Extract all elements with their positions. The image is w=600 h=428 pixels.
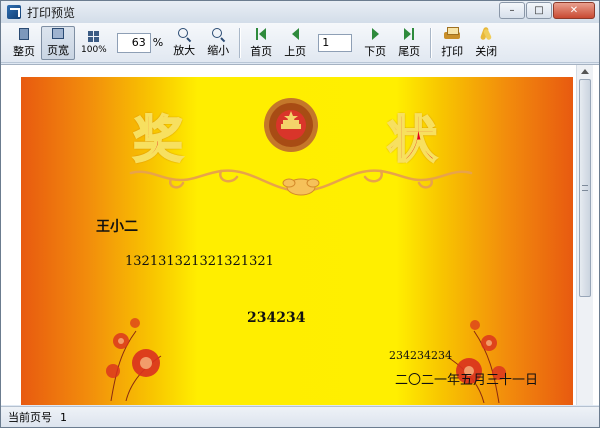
certificate-code: 234234234 bbox=[389, 349, 452, 362]
toolbar-separator bbox=[239, 27, 241, 58]
next-page-label: 下页 bbox=[364, 44, 387, 58]
close-window-button[interactable]: ✕ bbox=[553, 2, 595, 19]
issue-date: 二〇二一年五月三十一日 bbox=[395, 373, 539, 388]
exit-icon bbox=[479, 27, 493, 41]
app-icon bbox=[7, 5, 21, 19]
page-width-label: 页宽 bbox=[47, 44, 69, 57]
title-bar: 打印预览 – □ ✕ bbox=[1, 1, 599, 23]
certificate-page: 奖 状 王小二 132131321321321321 234234 234234… bbox=[21, 77, 573, 405]
last-page-icon bbox=[404, 27, 415, 41]
zoom-control: % bbox=[116, 32, 164, 53]
toolbar: 整页 页宽 100% % 放大 缩小 首页 上页 bbox=[1, 23, 599, 63]
first-page-button[interactable]: 首页 bbox=[244, 26, 278, 60]
close-label: 关闭 bbox=[475, 44, 498, 58]
whole-page-label: 整页 bbox=[13, 44, 35, 58]
actual-size-button[interactable]: 100% bbox=[75, 26, 113, 60]
toolbar-separator bbox=[430, 27, 432, 58]
zoom-in-button[interactable]: 放大 bbox=[167, 26, 201, 60]
scroll-up-icon[interactable] bbox=[581, 69, 589, 74]
first-page-label: 首页 bbox=[250, 44, 273, 58]
ornament-swirl-icon bbox=[129, 169, 473, 196]
print-button[interactable]: 打印 bbox=[435, 26, 469, 60]
status-bar: 当前页号 1 bbox=[1, 406, 599, 427]
last-page-label: 尾页 bbox=[398, 44, 421, 58]
flower-decoration-icon bbox=[106, 318, 162, 401]
zoom-in-label: 放大 bbox=[173, 43, 196, 57]
window-title: 打印预览 bbox=[27, 5, 76, 20]
scrollbar-thumb[interactable] bbox=[579, 79, 591, 297]
zoom-out-icon bbox=[212, 27, 224, 40]
vertical-scrollbar[interactable] bbox=[576, 65, 593, 405]
id-number: 132131321321321321 bbox=[125, 254, 274, 269]
prev-page-label: 上页 bbox=[284, 44, 307, 58]
whole-page-button[interactable]: 整页 bbox=[7, 26, 41, 60]
recipient-name: 王小二 bbox=[96, 219, 138, 235]
maximize-button[interactable]: □ bbox=[526, 2, 552, 19]
zoom-out-button[interactable]: 缩小 bbox=[201, 26, 235, 60]
whole-page-icon bbox=[19, 27, 29, 40]
next-page-button[interactable]: 下页 bbox=[358, 26, 392, 60]
grip-icon bbox=[582, 185, 588, 191]
award-text: 234234 bbox=[247, 310, 306, 326]
window-controls: – □ ✕ bbox=[498, 2, 595, 19]
preview-area[interactable]: 奖 状 王小二 132131321321321321 234234 234234… bbox=[1, 64, 599, 405]
prev-page-icon bbox=[291, 27, 299, 41]
page-width-button[interactable]: 页宽 bbox=[41, 25, 75, 60]
page-width-icon bbox=[52, 28, 64, 39]
print-label: 打印 bbox=[441, 44, 464, 58]
next-page-icon bbox=[371, 27, 379, 41]
last-page-button[interactable]: 尾页 bbox=[392, 26, 426, 60]
close-button[interactable]: 关闭 bbox=[469, 26, 503, 60]
printer-icon bbox=[444, 26, 461, 41]
prev-page-button[interactable]: 上页 bbox=[278, 26, 312, 60]
current-page-value: 1 bbox=[60, 410, 67, 424]
zoom-out-label: 缩小 bbox=[207, 43, 230, 57]
actual-size-label: 100% bbox=[81, 45, 107, 55]
certificate-title-left: 奖 bbox=[132, 110, 184, 169]
zoom-input[interactable] bbox=[116, 32, 151, 53]
print-preview-window: 打印预览 – □ ✕ 整页 页宽 100% % 放大 缩小 bbox=[0, 0, 600, 428]
current-page-label: 当前页号 bbox=[8, 411, 52, 424]
page-number-input[interactable] bbox=[318, 33, 353, 52]
zoom-unit: % bbox=[152, 36, 164, 49]
minimize-button[interactable]: – bbox=[499, 2, 525, 19]
first-page-icon bbox=[256, 27, 267, 41]
certificate-title-right: 状 bbox=[386, 110, 438, 169]
national-emblem-icon bbox=[264, 98, 318, 152]
zoom-in-icon bbox=[178, 27, 190, 40]
grid-icon bbox=[88, 31, 100, 42]
